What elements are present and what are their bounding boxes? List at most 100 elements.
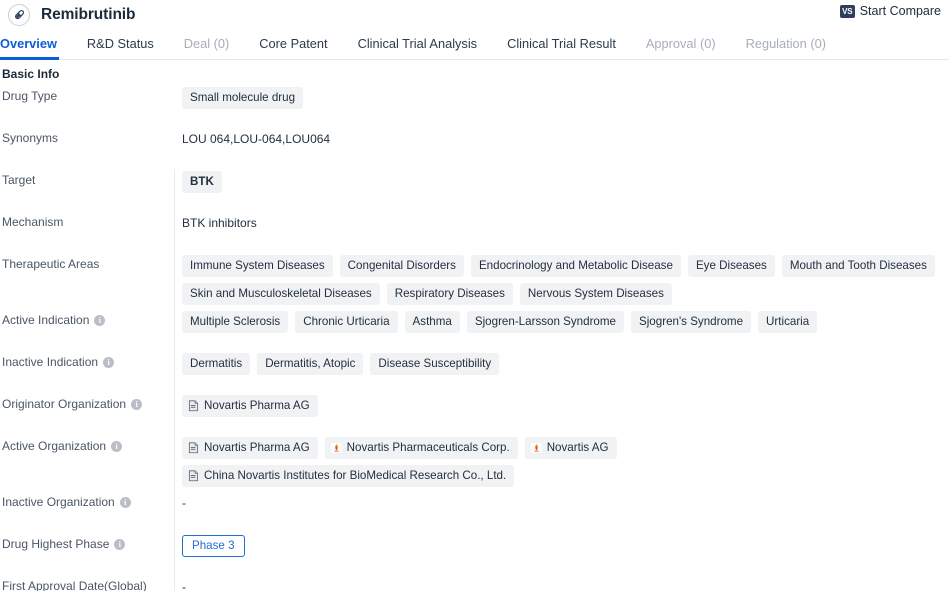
- tab-core-patent[interactable]: Core Patent: [259, 36, 327, 59]
- label-text: Therapeutic Areas: [2, 257, 99, 272]
- label-text: Drug Type: [2, 89, 57, 104]
- tag-active-indication[interactable]: Sjogren's Syndrome: [631, 311, 751, 333]
- row-originator-organization: Originator Organization i Novartis Pharm…: [0, 389, 949, 431]
- tab-approval[interactable]: Approval (0): [646, 36, 716, 59]
- row-label: Inactive Organization i: [0, 492, 174, 510]
- tag-inactive-indication[interactable]: Dermatitis, Atopic: [257, 353, 363, 375]
- tag-organization[interactable]: Novartis Pharmaceuticals Corp.: [325, 437, 518, 459]
- row-mechanism: Mechanism BTK inhibitors: [0, 207, 949, 249]
- row-label: Mechanism: [0, 212, 174, 230]
- info-icon[interactable]: i: [120, 497, 131, 508]
- row-therapeutic-areas: Therapeutic Areas Immune System Diseases…: [0, 249, 949, 305]
- tag-active-indication[interactable]: Urticaria: [758, 311, 817, 333]
- page-title: Remibrutinib: [41, 6, 135, 24]
- tab-regulation[interactable]: Regulation (0): [746, 36, 826, 59]
- tag-organization[interactable]: China Novartis Institutes for BioMedical…: [182, 465, 514, 487]
- organization-name: Novartis Pharma AG: [204, 441, 310, 454]
- label-text: Drug Highest Phase: [2, 537, 109, 552]
- row-synonyms: Synonyms LOU 064,LOU-064,LOU064: [0, 123, 949, 165]
- row-target: Target BTK: [0, 165, 949, 207]
- tab-deal[interactable]: Deal (0): [184, 36, 230, 59]
- tag-inactive-indication[interactable]: Disease Susceptibility: [370, 353, 499, 375]
- label-text: Inactive Organization: [2, 495, 115, 510]
- row-label: Therapeutic Areas: [0, 254, 174, 272]
- tag-target[interactable]: BTK: [182, 171, 222, 193]
- tabbar: Overview R&D Status Deal (0) Core Patent…: [0, 29, 949, 60]
- row-label: First Approval Date(Global): [0, 576, 174, 591]
- vs-icon: VS: [840, 5, 855, 18]
- organization-name: China Novartis Institutes for BioMedical…: [204, 469, 506, 482]
- row-value: BTK: [174, 170, 949, 193]
- column-divider: [174, 169, 175, 591]
- row-label: Drug Highest Phase i: [0, 534, 174, 552]
- app-header: Remibrutinib VS Start Compare: [0, 0, 949, 29]
- label-text: First Approval Date(Global): [2, 579, 147, 591]
- start-compare-button[interactable]: VS Start Compare: [840, 4, 941, 18]
- row-value: BTK inhibitors: [174, 212, 949, 230]
- section-title-basic-info: Basic Info: [0, 60, 949, 81]
- basic-info-rows: Drug Type Small molecule drug Synonyms L…: [0, 81, 949, 591]
- info-icon[interactable]: i: [131, 399, 142, 410]
- tag-therapeutic-area[interactable]: Eye Diseases: [688, 255, 775, 277]
- tag-active-indication[interactable]: Sjogren-Larsson Syndrome: [467, 311, 624, 333]
- label-text: Originator Organization: [2, 397, 126, 412]
- row-value: Immune System Diseases Congenital Disord…: [174, 254, 949, 305]
- row-value: -: [174, 576, 949, 591]
- label-text: Mechanism: [2, 215, 63, 230]
- tag-therapeutic-area[interactable]: Respiratory Diseases: [387, 283, 513, 305]
- tag-therapeutic-area[interactable]: Nervous System Diseases: [520, 283, 672, 305]
- tab-rd-status[interactable]: R&D Status: [87, 36, 154, 59]
- flame-logo-icon: [531, 442, 542, 454]
- row-label: Active Indication i: [0, 310, 174, 328]
- label-text: Synonyms: [2, 131, 58, 146]
- tag-therapeutic-area[interactable]: Skin and Musculoskeletal Diseases: [182, 283, 380, 305]
- row-value: Dermatitis Dermatitis, Atopic Disease Su…: [174, 352, 949, 375]
- tag-active-indication[interactable]: Chronic Urticaria: [295, 311, 397, 333]
- overview-panel: Basic Info Drug Type Small molecule drug…: [0, 60, 949, 591]
- tag-active-indication[interactable]: Multiple Sclerosis: [182, 311, 288, 333]
- row-label: Drug Type: [0, 86, 174, 104]
- tag-therapeutic-area[interactable]: Congenital Disorders: [340, 255, 464, 277]
- row-value: Phase 3: [174, 534, 949, 557]
- row-label: Target: [0, 170, 174, 188]
- info-icon[interactable]: i: [94, 315, 105, 326]
- organization-name: Novartis Pharmaceuticals Corp.: [347, 441, 510, 454]
- row-value: Small molecule drug: [174, 86, 949, 109]
- info-icon[interactable]: i: [111, 441, 122, 452]
- row-drug-highest-phase: Drug Highest Phase i Phase 3: [0, 529, 949, 571]
- label-text: Inactive Indication: [2, 355, 98, 370]
- tab-clinical-trial-analysis[interactable]: Clinical Trial Analysis: [358, 36, 477, 59]
- tab-clinical-trial-result[interactable]: Clinical Trial Result: [507, 36, 616, 59]
- row-label: Active Organization i: [0, 436, 174, 454]
- tag-organization[interactable]: Novartis Pharma AG: [182, 437, 318, 459]
- row-value: Novartis Pharma AG Novartis Pharmaceutic…: [174, 436, 949, 487]
- tag-drug-type[interactable]: Small molecule drug: [182, 87, 303, 109]
- row-inactive-organization: Inactive Organization i -: [0, 487, 949, 529]
- row-label: Originator Organization i: [0, 394, 174, 412]
- tag-inactive-indication[interactable]: Dermatitis: [182, 353, 250, 375]
- start-compare-label: Start Compare: [860, 4, 941, 18]
- document-logo-icon: [188, 442, 199, 454]
- capsule-icon: [8, 4, 30, 26]
- flame-logo-icon: [331, 442, 342, 454]
- row-value: Multiple Sclerosis Chronic Urticaria Ast…: [174, 310, 949, 333]
- tag-organization[interactable]: Novartis AG: [525, 437, 617, 459]
- tag-therapeutic-area[interactable]: Mouth and Tooth Diseases: [782, 255, 935, 277]
- organization-name: Novartis AG: [547, 441, 609, 454]
- row-label: Synonyms: [0, 128, 174, 146]
- label-text: Target: [2, 173, 35, 188]
- tag-therapeutic-area[interactable]: Endocrinology and Metabolic Disease: [471, 255, 681, 277]
- tag-organization[interactable]: Novartis Pharma AG: [182, 395, 318, 417]
- row-label: Inactive Indication i: [0, 352, 174, 370]
- status-badge-phase[interactable]: Phase 3: [182, 535, 245, 557]
- organization-name: Novartis Pharma AG: [204, 399, 310, 412]
- tag-active-indication[interactable]: Asthma: [405, 311, 460, 333]
- row-first-approval-date: First Approval Date(Global) -: [0, 571, 949, 591]
- info-icon[interactable]: i: [114, 539, 125, 550]
- row-active-indication: Active Indication i Multiple Sclerosis C…: [0, 305, 949, 347]
- row-inactive-indication: Inactive Indication i Dermatitis Dermati…: [0, 347, 949, 389]
- document-logo-icon: [188, 400, 199, 412]
- tag-therapeutic-area[interactable]: Immune System Diseases: [182, 255, 333, 277]
- tab-overview[interactable]: Overview: [0, 36, 57, 59]
- info-icon[interactable]: i: [103, 357, 114, 368]
